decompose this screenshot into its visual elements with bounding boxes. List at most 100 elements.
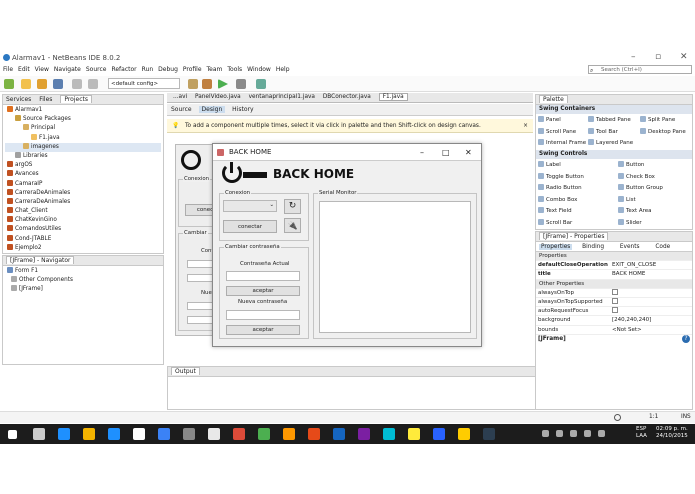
editor-tab[interactable]: PanelVideo.java	[195, 94, 241, 100]
tab-history[interactable]: History	[232, 106, 253, 113]
palette-item[interactable]: Internal Frame	[538, 139, 586, 146]
palette-item[interactable]: Radio Button	[538, 184, 582, 191]
close-icon[interactable]: ✕	[680, 52, 688, 62]
palette-item[interactable]: Tabbed Pane	[588, 116, 631, 123]
property-row[interactable]: alwaysOnTopSupported	[536, 297, 692, 308]
tree-item[interactable]: Libraries	[5, 151, 161, 161]
property-row[interactable]: bounds <Not Set>	[536, 326, 692, 335]
property-value[interactable]: EXIT_ON_CLOSE	[612, 261, 656, 270]
palette-item[interactable]: Toggle Button	[538, 172, 584, 180]
profile-icon[interactable]	[256, 79, 266, 89]
menu-item[interactable]: Profile	[183, 66, 202, 73]
menu-item[interactable]: Help	[276, 66, 290, 73]
save-all-icon[interactable]	[53, 79, 63, 89]
tab-output[interactable]: Output	[171, 367, 200, 375]
tree-item[interactable]: Cond-JTABLE	[5, 234, 161, 244]
new-file-icon[interactable]	[21, 79, 31, 89]
debug-icon[interactable]	[236, 79, 246, 89]
property-value[interactable]	[612, 307, 618, 316]
palette-item[interactable]: Button Group	[618, 184, 663, 191]
project-tree[interactable]: Alarmav1 Source Packages Principal F1.java i…	[3, 105, 163, 254]
tree-item[interactable]: ChatKevinGino	[5, 216, 161, 225]
palette-item[interactable]: Button	[618, 161, 644, 168]
folder-icon[interactable]	[458, 428, 470, 440]
maximize-icon[interactable]: ▫	[655, 52, 661, 62]
new-password-field[interactable]	[226, 310, 300, 320]
tab-files[interactable]: Files	[39, 96, 52, 103]
property-value[interactable]	[612, 297, 618, 307]
property-row[interactable]: background [240,240,240]	[536, 316, 692, 326]
property-checkbox[interactable]	[612, 288, 618, 295]
property-value[interactable]: <Not Set>	[612, 326, 642, 335]
conectar-button[interactable]: conectar	[223, 220, 277, 233]
volume-icon[interactable]	[570, 430, 577, 437]
tree-item[interactable]: CarreraDeAnimales	[5, 188, 161, 198]
port-combo[interactable]: ⌄	[223, 200, 277, 212]
app-icon[interactable]	[483, 428, 495, 440]
display-icon[interactable]	[183, 428, 195, 440]
property-row[interactable]: title BACK HOME	[536, 270, 692, 280]
tab-projects[interactable]: Projects	[60, 95, 92, 103]
palette-item[interactable]: Tool Bar	[588, 127, 618, 135]
mail-icon[interactable]	[158, 428, 170, 440]
property-checkbox[interactable]	[612, 307, 618, 314]
chrome-icon[interactable]	[233, 428, 245, 440]
dialog-close-icon[interactable]: ✕	[465, 144, 472, 161]
tab-properties[interactable]: Properties	[539, 244, 573, 250]
menu-item[interactable]: Source	[86, 66, 107, 73]
app-icon[interactable]	[408, 428, 420, 440]
editor-tab-active[interactable]: F1.java	[378, 93, 408, 101]
palette-item[interactable]: Label	[538, 161, 561, 168]
tree-item[interactable]: CamaraIP	[5, 179, 161, 189]
language-indicator[interactable]: ESP LAA	[636, 426, 647, 440]
palette-item[interactable]: Layered Pane	[588, 139, 633, 146]
properties-section[interactable]: Properties	[536, 252, 692, 262]
menu-item[interactable]: Window	[247, 66, 271, 73]
tab-design[interactable]: Design	[198, 106, 226, 113]
dialog-maximize-icon[interactable]: □	[442, 144, 450, 161]
properties-section[interactable]: Other Properties	[536, 279, 692, 289]
menu-item[interactable]: Navigate	[54, 66, 81, 73]
clean-build-icon[interactable]	[202, 79, 212, 89]
word-icon[interactable]	[433, 428, 445, 440]
app-icon[interactable]	[258, 428, 270, 440]
palette-item[interactable]: Combo Box	[538, 195, 577, 203]
refresh-button[interactable]: ↻	[284, 199, 301, 214]
tree-item[interactable]: Alarmav1	[5, 106, 161, 115]
editor-tab[interactable]: ...avi	[173, 94, 187, 100]
property-value[interactable]	[612, 288, 618, 298]
aceptar-nueva-button[interactable]: aceptar	[226, 325, 300, 335]
search-input[interactable]: Search (Ctrl+I)	[588, 65, 692, 74]
property-value[interactable]: [240,240,240]	[612, 316, 651, 325]
app-icon[interactable]	[308, 428, 320, 440]
navigator-tree[interactable]: Form F1 Other Components [JFrame]	[3, 266, 163, 296]
actual-password-field[interactable]	[226, 271, 300, 281]
netbeans-icon[interactable]	[208, 428, 220, 440]
tray-up-icon[interactable]	[542, 430, 549, 437]
palette-item[interactable]: Text Area	[618, 207, 652, 214]
app-icon[interactable]	[358, 428, 370, 440]
run-icon[interactable]	[218, 79, 228, 89]
palette-item[interactable]: Panel	[538, 116, 561, 123]
close-info-icon[interactable]: ×	[523, 119, 528, 133]
serial-monitor-textarea[interactable]	[319, 201, 471, 333]
start-icon[interactable]	[8, 430, 17, 439]
properties-table[interactable]: Properties defaultCloseOperation EXIT_ON_C…	[536, 252, 692, 335]
tree-item[interactable]: Principal	[5, 124, 161, 133]
palette-item[interactable]: Slider	[618, 218, 642, 226]
palette-section[interactable]: Swing Containers	[536, 105, 692, 114]
explorer-icon[interactable]	[83, 428, 95, 440]
tab-code[interactable]: Code	[655, 244, 670, 250]
palette-item[interactable]: Check Box	[618, 172, 655, 180]
app-icon[interactable]	[283, 428, 295, 440]
aceptar-actual-button[interactable]: aceptar	[226, 286, 300, 296]
config-select[interactable]: <default config>	[108, 78, 180, 89]
property-value[interactable]: BACK HOME	[612, 270, 645, 279]
menu-item[interactable]: Debug	[158, 66, 178, 73]
property-row[interactable]: alwaysOnTop	[536, 288, 692, 298]
task-view-icon[interactable]	[33, 428, 45, 440]
tree-item[interactable]: Chat_Client	[5, 207, 161, 216]
undo-icon[interactable]	[72, 79, 82, 89]
new-project-icon[interactable]	[4, 79, 14, 89]
help-icon[interactable]: ?	[682, 335, 690, 343]
